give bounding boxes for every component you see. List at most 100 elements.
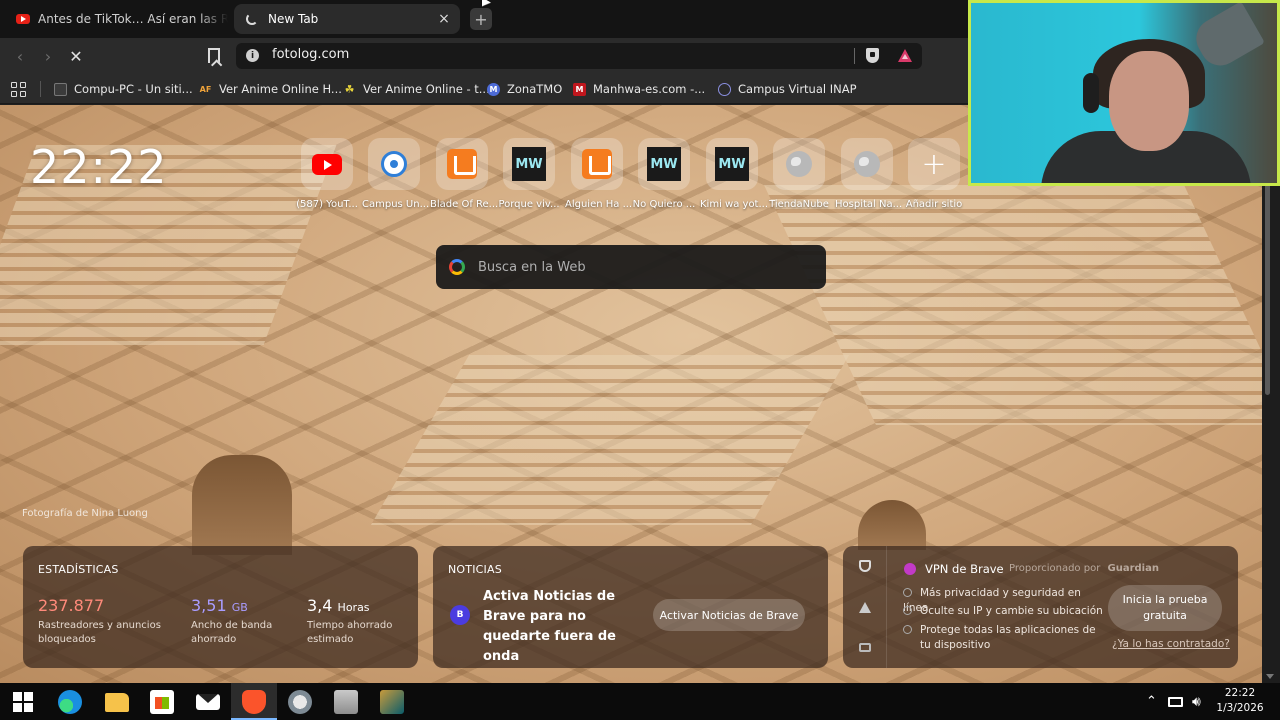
bookmark-label: Ver Anime Online H... xyxy=(219,82,342,96)
zonatmo-icon: M xyxy=(487,82,500,96)
divider xyxy=(854,48,855,64)
rewards-triangle-icon[interactable] xyxy=(859,602,871,613)
top-site-label: Campus Un... xyxy=(362,199,430,210)
bookmark-anime-flv[interactable]: AF Ver Anime Online H... xyxy=(199,81,342,97)
taskbar-time: 22:22 xyxy=(1224,687,1256,699)
vpn-shield-icon[interactable] xyxy=(859,560,871,572)
taskbar-date: 1/3/2026 xyxy=(1216,702,1264,714)
headset-image xyxy=(1083,73,1099,113)
show-hidden-icons-chevron-icon[interactable]: ⌃ xyxy=(1146,683,1157,720)
file-explorer-icon[interactable] xyxy=(105,693,129,712)
top-site-label: Kimi wa yot... xyxy=(700,199,769,210)
league-of-legends-icon[interactable] xyxy=(380,690,404,714)
vpn-feature: Protege todas las aplicaciones de tu dis… xyxy=(903,623,1103,653)
network-icon[interactable] xyxy=(1168,683,1183,720)
windows-start-icon[interactable] xyxy=(13,692,33,712)
news-promo-text: Activa Noticias de Brave para no quedart… xyxy=(483,589,616,664)
cards-icon[interactable] xyxy=(859,643,871,652)
volume-icon[interactable]: 🔊︎ xyxy=(1192,683,1201,720)
mw-icon: MW xyxy=(647,147,681,181)
brave-browser-icon[interactable] xyxy=(242,690,266,714)
brave-rewards-icon[interactable] xyxy=(898,49,912,62)
bookmarks-bar: Compu-PC - Un siti... AF Ver Anime Onlin… xyxy=(0,74,968,104)
new-tab-button[interactable]: + xyxy=(470,8,492,30)
address-bar[interactable]: i fotolog.com xyxy=(236,43,922,69)
edge-icon[interactable] xyxy=(58,690,82,714)
check-icon xyxy=(903,588,912,597)
top-site-hospital[interactable]: Hospital Na... xyxy=(835,138,902,210)
top-site-tiendanube[interactable]: TiendaNube xyxy=(767,138,831,210)
top-site-label: (587) YouT... xyxy=(296,199,358,210)
webcam-person xyxy=(1109,51,1189,151)
tab-youtube-video[interactable]: Antes de TikTok… Así eran las Redes S xyxy=(6,4,228,34)
stat-unit: GB xyxy=(231,601,248,614)
stat-desc: Tiempo ahorrado estimado xyxy=(307,620,393,645)
back-arrow-icon[interactable]: ‹ xyxy=(8,44,32,68)
activate-news-button[interactable]: Activar Noticias de Brave xyxy=(653,599,805,631)
mail-icon[interactable] xyxy=(196,694,220,710)
google-icon xyxy=(449,259,465,275)
tab-title: Antes de TikTok… Así eran las Redes S xyxy=(38,12,228,26)
bookmark-anime-online[interactable]: ☘ Ver Anime Online - t... xyxy=(343,81,490,97)
top-site-kimi-wa-yot[interactable]: MW Kimi wa yot... xyxy=(700,138,769,210)
stat-value: 3,4 xyxy=(307,596,333,615)
new-tab-clock: 22:22 xyxy=(30,140,168,194)
app-disc-icon[interactable] xyxy=(288,690,312,714)
bookmark-icon[interactable] xyxy=(208,48,220,63)
top-site-label: Añadir sitio xyxy=(905,199,963,210)
app-window-icon[interactable] xyxy=(334,690,358,714)
search-box[interactable] xyxy=(436,245,826,289)
book-icon xyxy=(447,149,477,179)
bookmark-manhwa-es[interactable]: M Manhwa-es.com -... xyxy=(573,81,705,97)
stat-unit: Horas xyxy=(337,601,370,614)
campus-icon xyxy=(718,82,731,96)
stat-desc: Ancho de banda ahorrado xyxy=(191,620,273,645)
youtube-icon xyxy=(312,153,342,175)
top-site-alguien-ha[interactable]: Alguien Ha ... xyxy=(565,138,632,210)
bookmark-label: Manhwa-es.com -... xyxy=(593,82,706,96)
apps-grid-icon[interactable] xyxy=(11,82,26,97)
brave-shields-icon[interactable] xyxy=(866,48,879,63)
powered-by-label: Proporcionado por xyxy=(1009,563,1101,574)
tab-title: New Tab xyxy=(268,12,319,26)
bookmark-campus-inap[interactable]: Campus Virtual INAP xyxy=(718,81,857,97)
vpn-logo-icon xyxy=(904,563,916,575)
search-input[interactable] xyxy=(478,245,818,289)
add-site-button[interactable]: + Añadir sitio xyxy=(902,138,966,210)
top-site-campus[interactable]: Campus Un... xyxy=(362,138,430,210)
news-title: NOTICIAS xyxy=(448,563,502,576)
photo-credit[interactable]: Fotografía de Nina Luong xyxy=(22,508,148,519)
background-arch xyxy=(192,455,292,555)
store-icon[interactable] xyxy=(150,690,174,714)
book-icon xyxy=(582,149,612,179)
bookmark-label: Compu-PC - Un siti... xyxy=(74,82,193,96)
stop-loading-icon[interactable]: ✕ xyxy=(64,44,88,68)
top-site-youtube[interactable]: (587) YouT... xyxy=(295,138,359,210)
site-info-icon[interactable]: i xyxy=(246,49,259,62)
bookmark-compu-pc[interactable]: Compu-PC - Un siti... xyxy=(54,81,193,97)
forward-arrow-icon[interactable]: › xyxy=(36,44,60,68)
top-site-porque-viv[interactable]: MW Porque viv... xyxy=(497,138,561,210)
stat-value: 3,51 xyxy=(191,596,227,615)
page-scrollbar[interactable] xyxy=(1262,105,1280,683)
toolbar: ‹ › ✕ i fotolog.com xyxy=(0,38,968,74)
scroll-down-arrow-icon[interactable] xyxy=(1266,674,1274,679)
taskbar-clock[interactable]: 22:22 1/3/2026 xyxy=(1212,686,1268,716)
bookmark-label: ZonaTMO xyxy=(507,82,563,96)
close-tab-icon[interactable]: × xyxy=(434,9,454,29)
address-bar-url[interactable]: fotolog.com xyxy=(272,47,349,62)
top-site-no-quiero[interactable]: MW No Quiero ... xyxy=(632,138,696,210)
stat-value: 237.877 xyxy=(38,596,105,615)
start-free-trial-button[interactable]: Inicia la prueba gratuita xyxy=(1108,585,1222,631)
tab-new-tab[interactable]: New Tab × xyxy=(234,4,460,34)
plus-icon: + xyxy=(921,146,947,182)
stat-time-saved: 3,4 Horas Tiempo ahorrado estimado xyxy=(307,596,407,647)
stat-trackers: 237.877 Rastreadores y anuncios bloquead… xyxy=(38,596,178,647)
top-site-blade-of-re[interactable]: Blade Of Re... xyxy=(430,138,499,210)
top-site-label: Blade Of Re... xyxy=(430,199,499,210)
already-purchased-link[interactable]: ¿Ya lo has contratado? xyxy=(1112,638,1230,650)
bookmark-zonatmo[interactable]: M ZonaTMO xyxy=(487,81,562,97)
globe-icon xyxy=(786,151,812,177)
background-photo-detail xyxy=(764,185,1262,425)
background-arch xyxy=(858,500,926,550)
